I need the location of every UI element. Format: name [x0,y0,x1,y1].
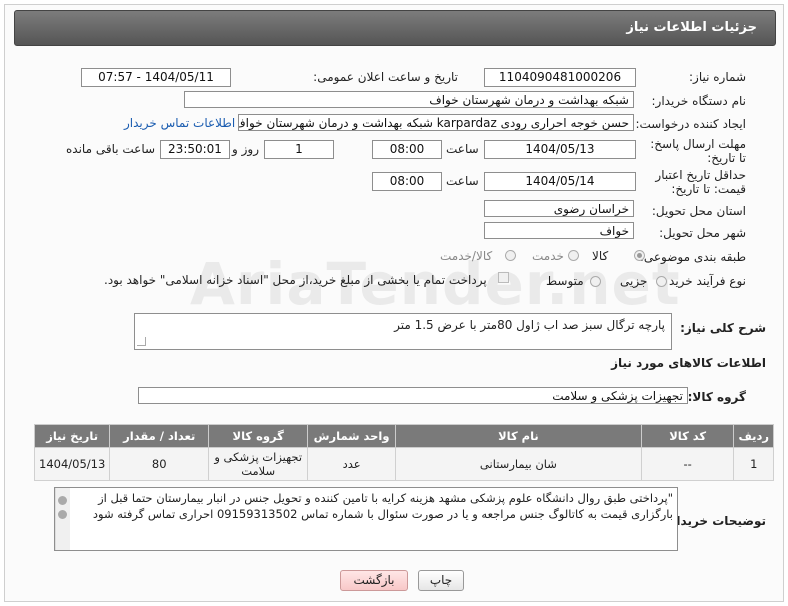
creator-field: حسن خوجه احراری رودی karpardaz شبکه بهدا… [238,114,634,131]
creator-label: ایجاد کننده درخواست: [635,117,746,131]
cell-group: تجهیزات پزشکی و سلامت [208,447,309,481]
page-title: جزئیات اطلاعات نیاز [626,20,757,35]
buyer-org-field: شبکه بهداشت و درمان شهرستان خواف [184,91,634,108]
cell-date: 1404/05/13 [33,447,111,481]
days-field: 1 [264,140,334,159]
price-date-field: 1404/05/14 [484,172,636,191]
category-goods-label: کالا [592,249,609,263]
province-label: استان محل تحویل: [651,204,746,218]
category-both-label: کالا/خدمت [440,249,493,263]
process-label: نوع فرآیند خرید : [661,274,746,288]
col-header-name: نام کالا [394,424,642,448]
reply-deadline-label: مهلت ارسال پاسخ: تا تاریخ: [650,137,746,165]
price-time-label: ساعت [446,174,479,188]
category-goods-radio[interactable] [634,250,645,261]
goods-info-title: اطلاعات کالاهای مورد نیاز [611,356,766,370]
col-header-unit: واحد شمارش [307,424,396,448]
page-header: جزئیات اطلاعات نیاز [14,10,776,46]
items-table: ردیف کد کالا نام کالا واحد شمارش گروه کا… [33,424,774,481]
buyer-notes-label: توضیحات خریدار: [664,514,766,528]
general-desc-text: پارچه ترگال سبز صد اب ژاول 80متر با عرض … [394,318,665,332]
table-header-row: ردیف کد کالا نام کالا واحد شمارش گروه کا… [33,424,774,448]
announce-field: 1404/05/11 - 07:57 [81,68,231,87]
category-both-radio[interactable] [505,250,516,261]
col-header-qty: تعداد / مقدار [109,424,210,448]
col-header-code: کد کالا [640,424,735,448]
city-field: خواف [484,222,634,239]
category-label: طبقه بندی موضوعی: [639,250,746,264]
reply-time-field: 08:00 [372,140,442,159]
cell-row-num: 1 [733,447,774,481]
price-time-field: 08:00 [372,172,442,191]
process-medium-label: متوسط [546,274,584,288]
goods-group-field: تجهیزات پزشکی و سلامت [138,387,688,404]
buyer-notes-textarea: "پرداختی طبق روال دانشگاه علوم پزشکی مشه… [54,487,678,551]
remaining-time-field: 23:50:01 [160,140,230,159]
goods-group-label: گروه کالا: [687,390,746,404]
city-label: شهر محل تحویل: [659,226,746,240]
scroll-up-icon[interactable] [58,496,67,505]
back-button[interactable]: بازگشت [340,570,408,591]
province-field: خراسان رضوی [484,200,634,217]
buyer-contact-link[interactable]: اطلاعات تماس خریدار [124,116,235,130]
col-header-group: گروه کالا [208,424,309,448]
treasury-checkbox[interactable] [498,272,509,283]
process-minor-label: جزیی [620,274,648,288]
table-row[interactable]: 1 -- شان بیمارستانی عدد تجهیزات پزشکی و … [33,447,774,481]
announce-label: تاریخ و ساعت اعلان عمومی: [313,70,458,84]
reply-time-label: ساعت [446,142,479,156]
category-service-radio[interactable] [568,250,579,261]
resize-grip-icon [137,337,146,346]
cell-qty: 80 [109,447,210,481]
price-validity-label: حداقل تاریخ اعتبار قیمت: تا تاریخ: [655,168,746,196]
scroll-thumb[interactable] [58,510,67,519]
print-button[interactable]: چاپ [418,570,464,591]
cell-code: -- [640,447,735,481]
buyer-notes-scrollbar[interactable] [55,488,70,550]
general-desc-label: شرح کلی نیاز: [680,321,766,335]
days-label: روز و [232,142,259,156]
buyer-notes-text: "پرداختی طبق روال دانشگاه علوم پزشکی مشه… [92,491,673,521]
process-minor-radio[interactable] [656,276,667,287]
col-header-row-num: ردیف [733,424,774,448]
need-number-field: 1104090481000206 [484,68,636,87]
remaining-label: ساعت باقی مانده [66,142,156,156]
general-desc-textarea: پارچه ترگال سبز صد اب ژاول 80متر با عرض … [134,313,672,350]
process-medium-radio[interactable] [590,276,601,287]
cell-name: شان بیمارستانی [394,447,642,481]
reply-date-field: 1404/05/13 [484,140,636,159]
buyer-org-label: نام دستگاه خریدار: [651,94,747,108]
cell-unit: عدد [307,447,396,481]
need-number-label: شماره نیاز: [689,70,746,84]
payment-note: پرداخت تمام یا بخشی از مبلغ خرید،از محل … [104,273,487,287]
col-header-date: تاریخ نیاز [33,424,111,448]
category-service-label: خدمت [532,249,564,263]
